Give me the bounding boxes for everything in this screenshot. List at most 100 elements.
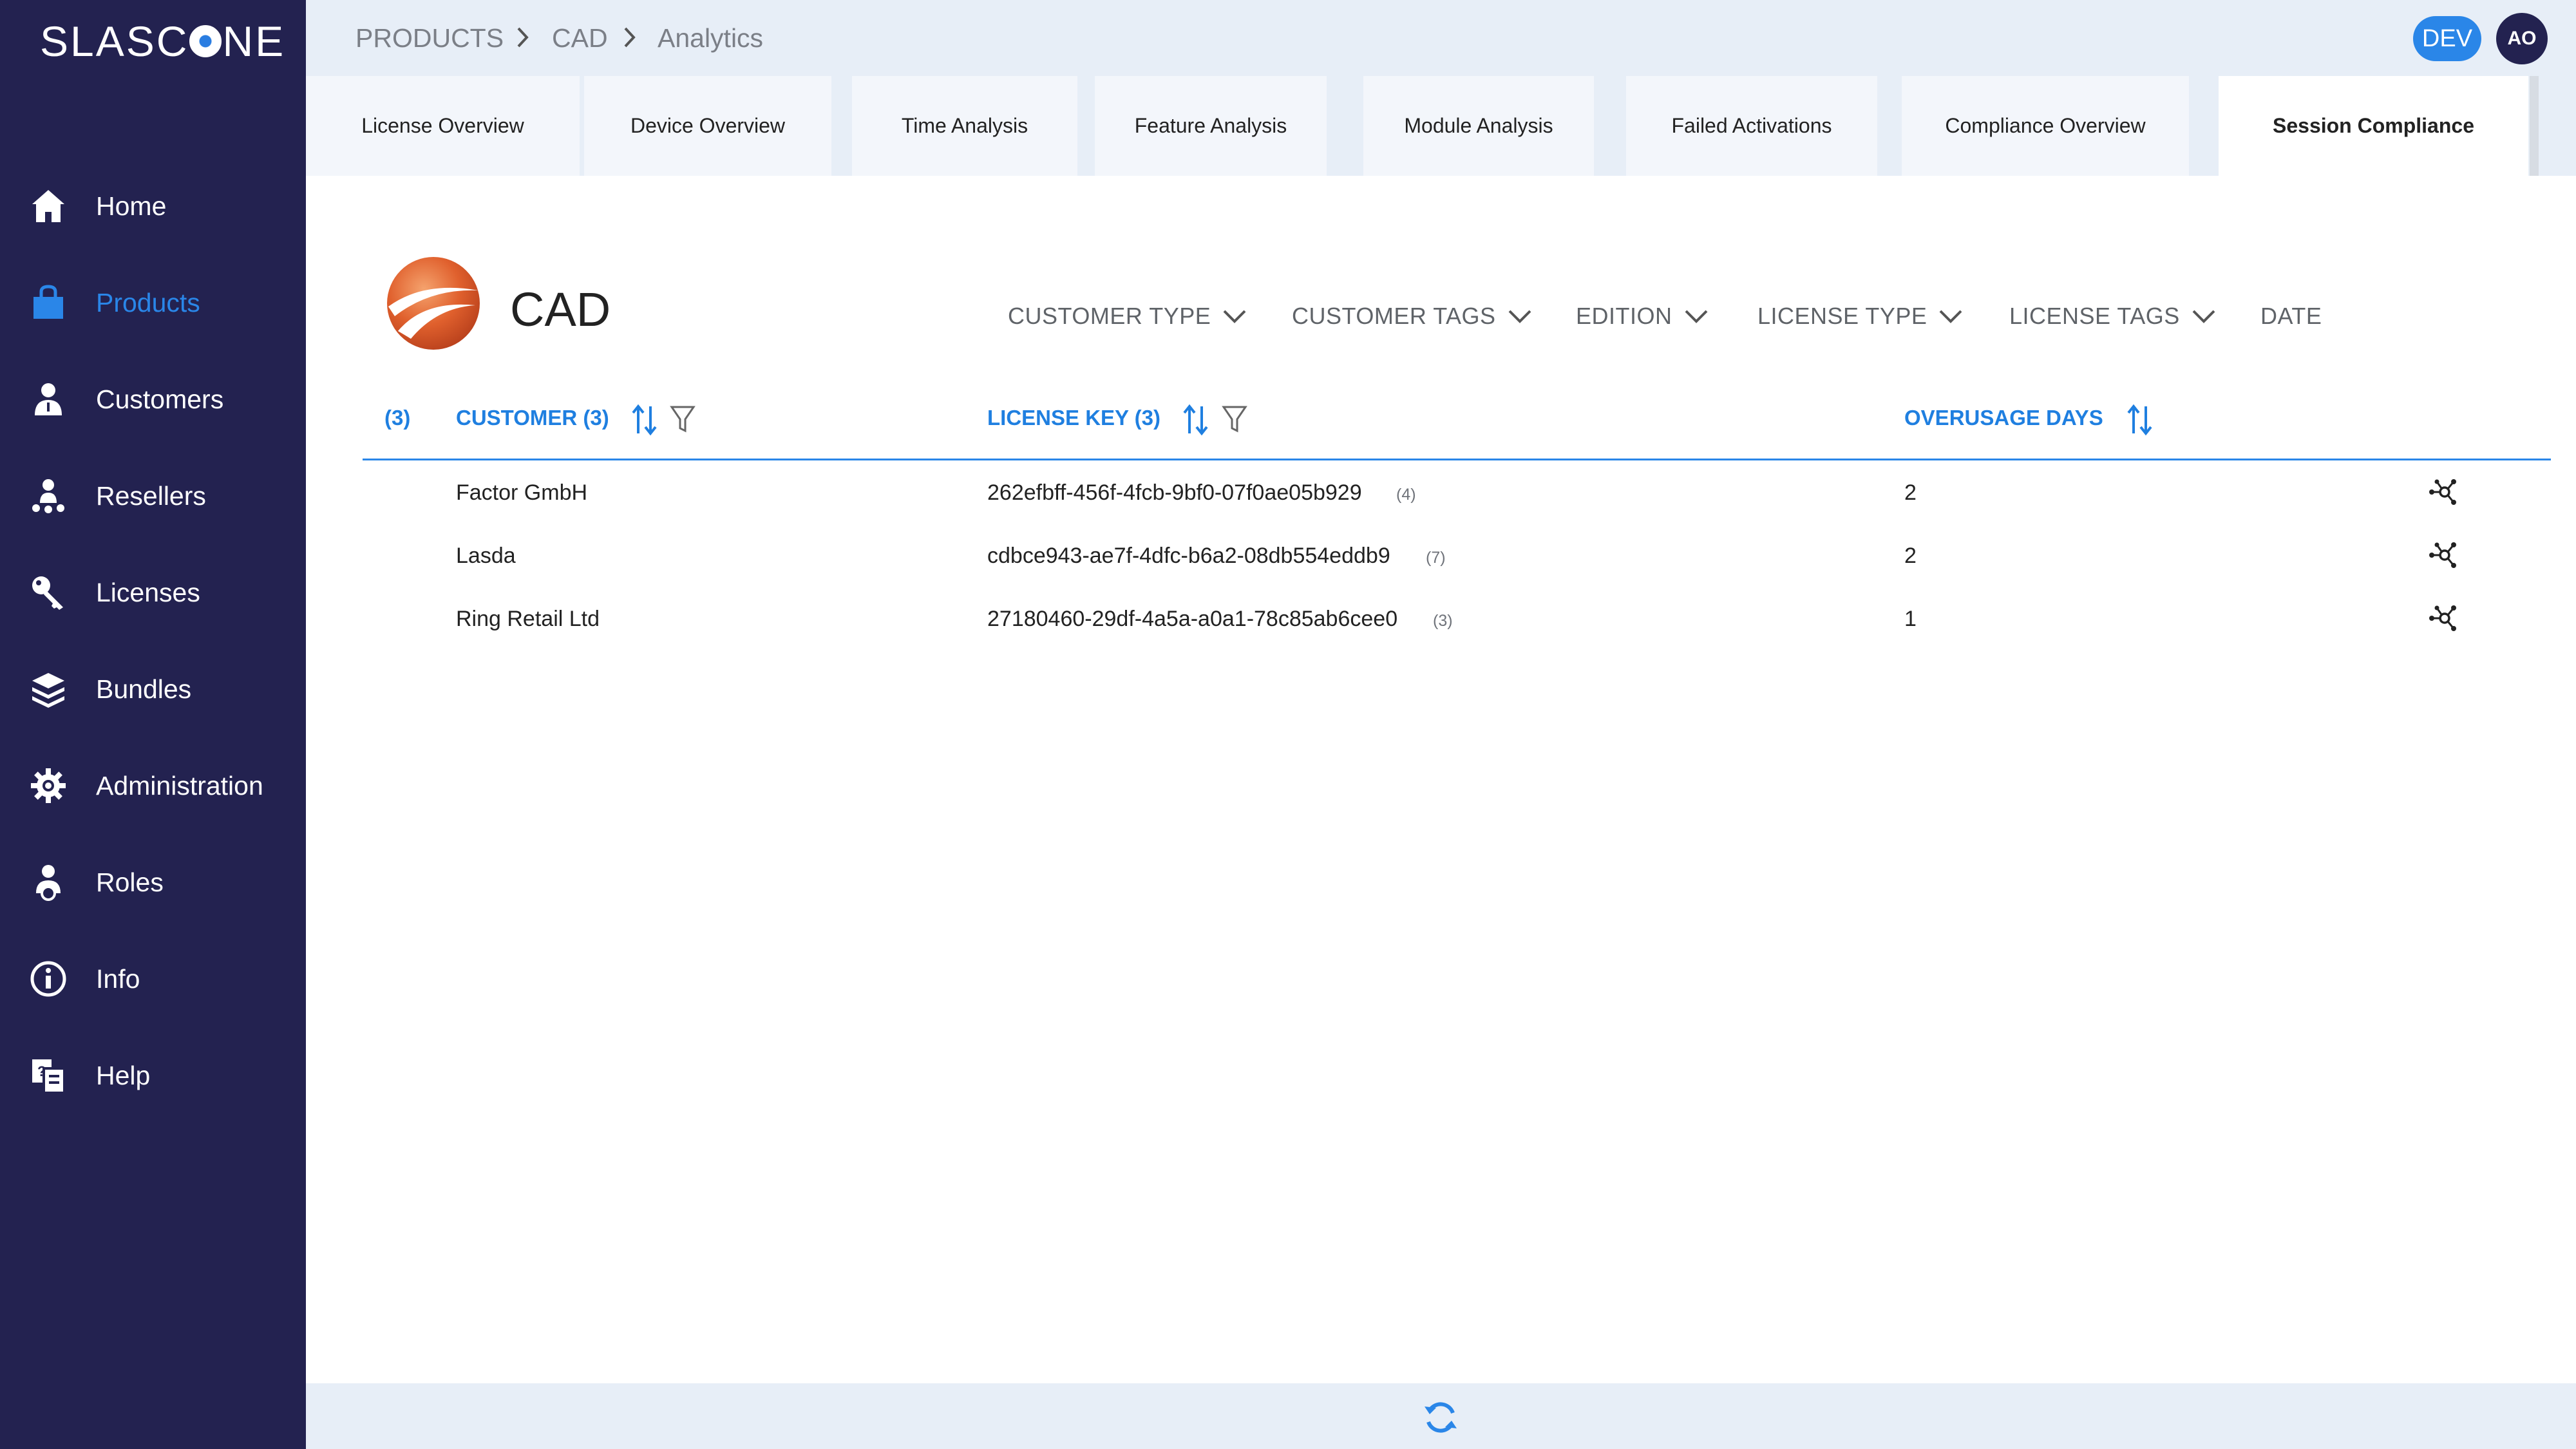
sidebar-item-label: Administration: [96, 770, 263, 800]
sidebar-item-label: Resellers: [96, 480, 206, 511]
logo-text-left: SLASC: [40, 17, 189, 65]
chevron-down-icon: [1685, 310, 1707, 323]
filter-funnel-icon[interactable]: [1222, 404, 1247, 435]
filter-funnel-icon[interactable]: [670, 404, 696, 435]
customer-icon: [35, 383, 62, 415]
column-header-customer[interactable]: CUSTOMER (3): [456, 406, 609, 430]
chevron-down-icon: [1508, 310, 1531, 323]
network-icon[interactable]: [2428, 603, 2459, 634]
analytics-tab-bar: License Overview Device Overview Time An…: [306, 76, 2576, 176]
sort-icon[interactable]: [2126, 404, 2154, 436]
filter-label: DATE: [2260, 303, 2322, 329]
filter-customer-tags[interactable]: CUSTOMER TAGS: [1292, 303, 1532, 330]
tab-bar-shadow: [2530, 76, 2539, 176]
filter-customer-type[interactable]: CUSTOMER TYPE: [1008, 303, 1247, 330]
sidebar-item-home[interactable]: Home: [0, 171, 306, 242]
cell-customer: Ring Retail Ltd: [456, 607, 600, 631]
sidebar: SLASC NE Home Products Customers Reseller…: [0, 0, 306, 1449]
info-icon: [30, 961, 66, 997]
sidebar-item-label: Customers: [96, 384, 224, 414]
cell-overusage-days: 2: [1904, 544, 1917, 568]
tab-label: Feature Analysis: [1134, 114, 1287, 137]
tab-module-analysis[interactable]: Module Analysis: [1363, 76, 1594, 176]
chevron-down-icon: [1223, 310, 1246, 323]
chevron-down-icon: [2192, 310, 2215, 323]
filter-label: CUSTOMER TAGS: [1292, 303, 1496, 329]
cell-license-key[interactable]: cdbce943-ae7f-4dfc-b6a2-08db554eddb9: [987, 544, 1390, 569]
environment-badge[interactable]: DEV: [2413, 16, 2481, 61]
cell-session-count: (4): [1396, 486, 1416, 504]
tab-label: Module Analysis: [1404, 114, 1553, 137]
breadcrumb-products[interactable]: PRODUCTS: [355, 23, 504, 53]
product-logo: [387, 257, 480, 350]
bundles-icon: [32, 673, 64, 708]
tab-compliance-overview[interactable]: Compliance Overview: [1902, 76, 2189, 176]
tab-label: Time Analysis: [901, 114, 1028, 137]
breadcrumb-cad[interactable]: CAD: [552, 23, 608, 53]
filter-date[interactable]: DATE: [2260, 303, 2322, 330]
refresh-icon[interactable]: [1422, 1399, 1459, 1436]
product-title: CAD: [510, 283, 611, 336]
sidebar-item-label: Home: [96, 191, 167, 221]
key-icon: [32, 576, 63, 610]
gear-icon: [31, 768, 66, 803]
sidebar-item-administration[interactable]: Administration: [0, 750, 306, 821]
sidebar-item-label: Licenses: [96, 577, 200, 607]
row-count: (3): [384, 406, 411, 430]
svg-text:?: ?: [37, 1063, 46, 1079]
tab-feature-analysis[interactable]: Feature Analysis: [1095, 76, 1327, 176]
cell-overusage-days: 1: [1904, 607, 1917, 631]
tab-device-overview[interactable]: Device Overview: [584, 76, 831, 176]
sidebar-item-resellers[interactable]: Resellers: [0, 460, 306, 531]
filter-label: EDITION: [1576, 303, 1672, 329]
tab-label: Compliance Overview: [1945, 114, 2146, 137]
cell-session-count: (7): [1426, 549, 1446, 567]
chevron-down-icon: [1940, 310, 1962, 323]
sidebar-item-products[interactable]: Products: [0, 267, 306, 338]
sidebar-item-licenses[interactable]: Licenses: [0, 557, 306, 628]
cell-overusage-days: 2: [1904, 480, 1917, 505]
tab-license-overview[interactable]: License Overview: [306, 76, 580, 176]
tab-time-analysis[interactable]: Time Analysis: [852, 76, 1077, 176]
column-header-license-key[interactable]: LICENSE KEY (3): [987, 406, 1160, 430]
sort-icon[interactable]: [1182, 404, 1209, 436]
logo-o-icon: [189, 25, 222, 57]
cell-customer: Factor GmbH: [456, 480, 588, 505]
roles-icon: [36, 865, 61, 901]
logo-text-right: NE: [222, 17, 286, 65]
sidebar-item-info[interactable]: Info: [0, 943, 306, 1014]
sort-icon[interactable]: [631, 404, 658, 436]
breadcrumb-analytics: Analytics: [658, 23, 764, 53]
chevron-right-icon: [517, 27, 529, 48]
filter-license-type[interactable]: LICENSE TYPE: [1757, 303, 1963, 330]
user-avatar[interactable]: AO: [2496, 13, 2548, 64]
filter-license-tags[interactable]: LICENSE TAGS: [2009, 303, 2216, 330]
cell-license-key[interactable]: 262efbff-456f-4fcb-9bf0-07f0ae05b929: [987, 480, 1362, 506]
cell-session-count: (3): [1433, 612, 1453, 630]
sidebar-item-label: Help: [96, 1060, 151, 1090]
network-icon[interactable]: [2428, 477, 2459, 507]
shopping-bag-icon: [33, 285, 63, 319]
cell-license-key[interactable]: 27180460-29df-4a5a-a0a1-78c85ab6cee0: [987, 607, 1397, 632]
sidebar-item-label: Roles: [96, 867, 164, 897]
tab-session-compliance[interactable]: Session Compliance: [2219, 76, 2528, 176]
filter-label: LICENSE TYPE: [1757, 303, 1927, 329]
filter-label: LICENSE TAGS: [2009, 303, 2180, 329]
sidebar-item-bundles[interactable]: Bundles: [0, 654, 306, 724]
chevron-right-icon: [624, 27, 636, 48]
network-icon[interactable]: [2428, 540, 2459, 571]
sidebar-item-label: Products: [96, 287, 200, 317]
tab-failed-activations[interactable]: Failed Activations: [1626, 76, 1877, 176]
sidebar-item-help[interactable]: ? Help: [0, 1040, 306, 1111]
column-header-overusage-days[interactable]: OVERUSAGE DAYS: [1904, 406, 2103, 430]
tab-label: Session Compliance: [2273, 114, 2474, 137]
filter-edition[interactable]: EDITION: [1576, 303, 1709, 330]
sidebar-item-roles[interactable]: Roles: [0, 847, 306, 918]
cell-customer: Lasda: [456, 544, 516, 568]
sidebar-item-customers[interactable]: Customers: [0, 364, 306, 435]
slascone-logo[interactable]: SLASC NE: [40, 17, 285, 66]
sidebar-item-label: Bundles: [96, 674, 192, 704]
sidebar-item-label: Info: [96, 963, 140, 994]
top-bar: [306, 0, 2576, 76]
tab-label: Failed Activations: [1671, 114, 1832, 137]
